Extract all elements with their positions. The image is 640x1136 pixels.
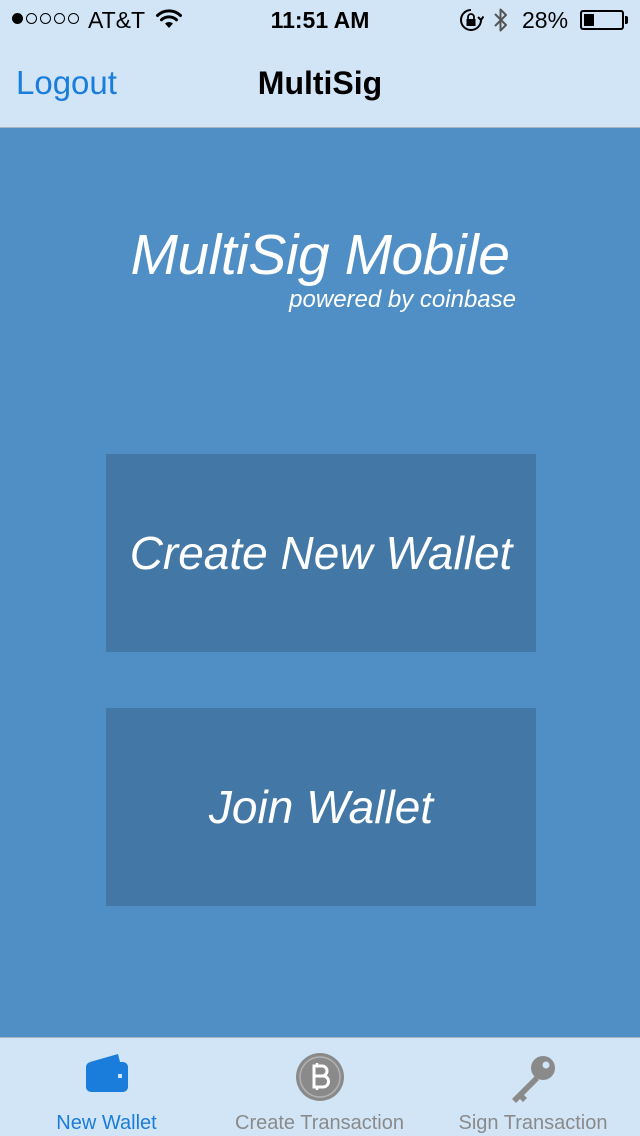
create-new-wallet-label: Create New Wallet bbox=[129, 527, 513, 579]
tab-create-transaction[interactable]: Create Transaction bbox=[213, 1038, 426, 1136]
tab-sign-transaction-label: Sign Transaction bbox=[458, 1112, 608, 1134]
tab-new-wallet-label: New Wallet bbox=[56, 1112, 157, 1134]
wallet-icon bbox=[84, 1052, 130, 1101]
screen: AT&T 11:51 AM 28% Logout MultiSig MultiS… bbox=[0, 0, 640, 1136]
status-bar: AT&T 11:51 AM 28% bbox=[0, 0, 640, 40]
join-wallet-label: Join Wallet bbox=[208, 781, 434, 833]
tab-new-wallet[interactable]: New Wallet bbox=[0, 1038, 213, 1136]
battery-icon bbox=[580, 10, 624, 30]
tab-create-transaction-label: Create Transaction bbox=[235, 1112, 404, 1134]
tab-sign-transaction[interactable]: Sign Transaction bbox=[426, 1038, 640, 1136]
rotation-lock-icon bbox=[458, 8, 485, 38]
battery-percentage: 28% bbox=[522, 7, 569, 33]
bitcoin-icon bbox=[295, 1052, 345, 1107]
tab-bar: New Wallet Create Transaction Sign Trans… bbox=[0, 1037, 640, 1136]
header: AT&T 11:51 AM 28% Logout MultiSig bbox=[0, 0, 640, 128]
battery-level bbox=[584, 14, 594, 26]
navigation-bar: Logout MultiSig bbox=[0, 40, 640, 128]
join-wallet-button[interactable]: Join Wallet bbox=[106, 708, 536, 906]
page-title: MultiSig bbox=[257, 65, 383, 101]
battery-tip bbox=[625, 16, 628, 24]
app-title: MultiSig Mobile bbox=[130, 223, 510, 287]
bluetooth-icon bbox=[492, 6, 510, 40]
app-subtitle: powered by coinbase bbox=[289, 286, 516, 313]
key-icon bbox=[506, 1052, 560, 1111]
create-new-wallet-button[interactable]: Create New Wallet bbox=[106, 454, 536, 652]
